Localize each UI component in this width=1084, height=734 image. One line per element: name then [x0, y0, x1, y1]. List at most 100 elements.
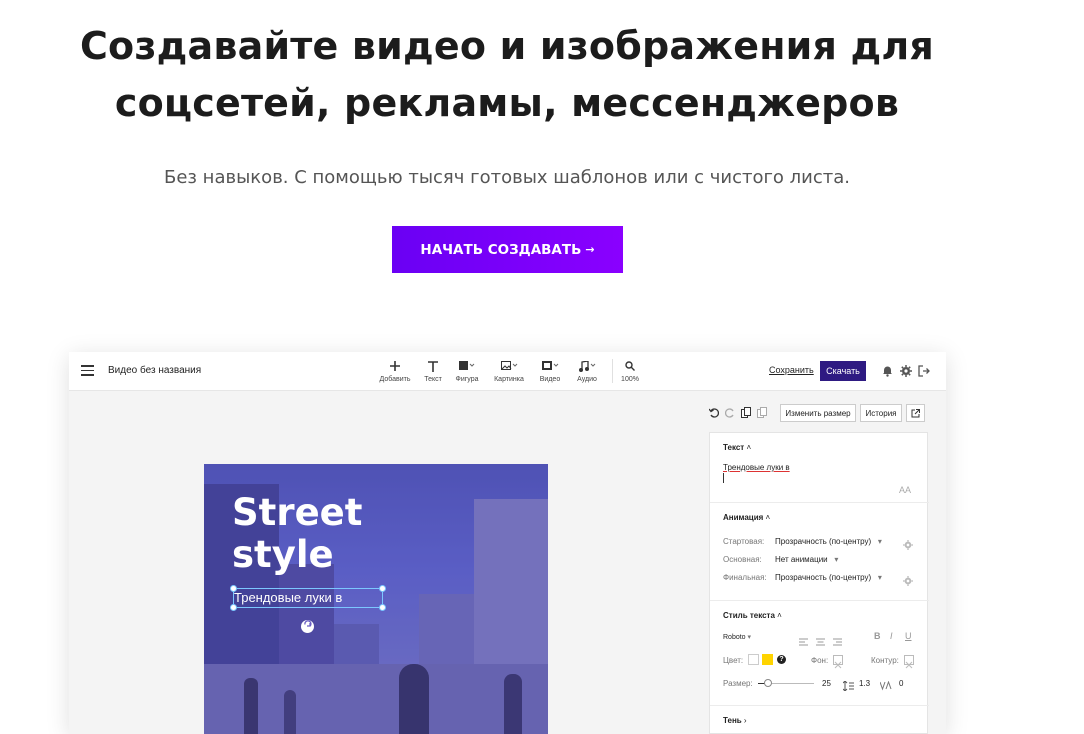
- zoom-value: 100%: [621, 376, 639, 383]
- copy-icon[interactable]: [741, 405, 753, 418]
- select-value: Прозрачность (по-центру): [775, 573, 872, 582]
- outline-none-swatch[interactable]: [904, 655, 914, 669]
- text-style-section: Стиль текста ˄ Roboto ▾ B I U Цвет: ? Фо…: [710, 601, 929, 706]
- resize-handle[interactable]: [379, 604, 386, 611]
- size-label: Размер:: [723, 679, 753, 688]
- menu-icon[interactable]: [81, 365, 94, 376]
- chevron-right-icon: ›: [743, 716, 747, 725]
- design-canvas[interactable]: Street style Трендовые луки в: [204, 464, 548, 734]
- letter-spacing-icon: [879, 678, 893, 696]
- text-input[interactable]: Трендовые луки в: [723, 463, 790, 472]
- logout-icon[interactable]: [918, 364, 930, 377]
- align-right-icon[interactable]: [833, 633, 842, 651]
- shadow-section: Тень ›: [710, 706, 929, 734]
- align-left-icon[interactable]: [799, 633, 808, 651]
- image-icon: [487, 358, 531, 374]
- gear-icon[interactable]: [900, 364, 912, 377]
- line-height-value[interactable]: 1.3: [859, 679, 870, 688]
- anim-main-select[interactable]: Нет анимации ▾: [775, 555, 838, 564]
- select-value: Roboto: [723, 634, 746, 641]
- duplicate-icon[interactable]: [757, 405, 769, 418]
- font-select[interactable]: Roboto ▾: [723, 633, 751, 641]
- color-label: Цвет:: [723, 656, 744, 665]
- tool-label: Видео: [539, 376, 561, 383]
- history-button[interactable]: История: [860, 404, 902, 422]
- chevron-up-icon: ˄: [777, 611, 782, 620]
- chevron-up-icon: ˄: [765, 513, 771, 522]
- color-swatch-white[interactable]: [748, 654, 759, 665]
- download-button[interactable]: Скачать: [820, 361, 866, 381]
- tool-label: Фигура: [455, 376, 479, 383]
- chevron-down-icon: ▾: [747, 634, 752, 641]
- rotate-icon[interactable]: [301, 620, 314, 633]
- redo-icon[interactable]: [724, 405, 737, 418]
- bell-icon[interactable]: [882, 364, 894, 377]
- text-cursor: [723, 473, 724, 483]
- tool-label: Картинка: [494, 376, 524, 383]
- animation-section-header[interactable]: Анимация ˄: [723, 513, 770, 522]
- tool-audio[interactable]: Аудио: [565, 358, 609, 383]
- section-title: Стиль текста: [723, 611, 775, 620]
- selected-text-layer[interactable]: Трендовые луки в: [234, 590, 342, 605]
- underline-button[interactable]: U: [905, 631, 912, 641]
- editor-preview: Видео без названия Добавить Текст Фигура…: [69, 352, 946, 734]
- section-title: Анимация: [723, 513, 764, 522]
- color-swatch-yellow[interactable]: [762, 654, 773, 665]
- chevron-down-icon: ▾: [829, 555, 839, 564]
- anim-main-label: Основная:: [723, 555, 762, 564]
- background-label: Фон:: [811, 656, 829, 665]
- resize-handle[interactable]: [379, 585, 386, 592]
- tool-label: Текст: [424, 376, 442, 383]
- section-title: Тень: [723, 716, 742, 725]
- editor-topbar: Видео без названия Добавить Текст Фигура…: [69, 352, 946, 391]
- shape-icon: [445, 358, 489, 374]
- tool-shape[interactable]: Фигура: [445, 358, 489, 383]
- resize-handle[interactable]: [230, 604, 237, 611]
- arrow-right-icon: →: [585, 243, 595, 256]
- case-toggle-icon[interactable]: AA: [899, 485, 911, 495]
- external-link-icon[interactable]: [906, 404, 925, 422]
- gear-icon[interactable]: [903, 573, 913, 586]
- undo-icon[interactable]: [708, 405, 721, 418]
- line-height-icon: [842, 678, 854, 696]
- tool-zoom[interactable]: 100%: [608, 358, 652, 383]
- anim-start-label: Стартовая:: [723, 537, 765, 546]
- cta-label: НАЧАТЬ СОЗДАВАТЬ: [420, 241, 582, 258]
- outline-label: Контур:: [871, 656, 899, 665]
- document-name[interactable]: Видео без названия: [108, 365, 201, 376]
- shadow-section-header[interactable]: Тень ›: [723, 716, 747, 725]
- select-value: Нет анимации: [775, 555, 828, 564]
- italic-button[interactable]: I: [890, 631, 893, 641]
- chevron-down-icon: ▾: [873, 537, 882, 546]
- start-creating-button[interactable]: НАЧАТЬ СОЗДАВАТЬ →: [392, 226, 623, 273]
- size-slider-thumb[interactable]: [764, 679, 772, 687]
- save-button[interactable]: Сохранить: [769, 365, 814, 375]
- resize-button[interactable]: Изменить размер: [780, 404, 856, 422]
- chevron-down-icon: ▾: [873, 573, 882, 582]
- letter-spacing-value[interactable]: 0: [899, 679, 903, 688]
- hero-title: Создавайте видео и изображения для соцсе…: [79, 24, 935, 125]
- zoom-icon: [608, 358, 652, 374]
- hero-subtitle: Без навыков. С помощью тысяч готовых шаб…: [163, 167, 851, 188]
- chevron-up-icon: ˄: [746, 443, 752, 452]
- align-center-icon[interactable]: [816, 633, 825, 651]
- canvas-title[interactable]: Street style: [232, 492, 382, 576]
- section-title: Текст: [723, 443, 745, 452]
- animation-section: Анимация ˄ Стартовая: Прозрачность (по-ц…: [710, 503, 929, 601]
- select-value: Прозрачность (по-центру): [775, 537, 872, 546]
- properties-panel: Текст ˄ Трендовые луки в AA Анимация ˄ С…: [709, 432, 929, 734]
- music-icon: [565, 358, 609, 374]
- background-none-swatch[interactable]: [833, 655, 843, 669]
- anim-final-label: Финальная:: [723, 573, 767, 582]
- bold-button[interactable]: B: [874, 631, 881, 641]
- help-icon[interactable]: ?: [777, 655, 786, 664]
- text-section: Текст ˄ Трендовые луки в AA: [710, 433, 929, 503]
- anim-start-select[interactable]: Прозрачность (по-центру) ▾: [775, 537, 882, 546]
- anim-final-select[interactable]: Прозрачность (по-центру) ▾: [775, 573, 882, 582]
- text-section-header[interactable]: Текст ˄: [723, 443, 751, 452]
- tool-label: Аудио: [577, 376, 597, 383]
- tool-image[interactable]: Картинка: [487, 358, 531, 383]
- text-style-section-header[interactable]: Стиль текста ˄: [723, 611, 782, 620]
- gear-icon[interactable]: [903, 537, 913, 550]
- size-value[interactable]: 25: [822, 679, 831, 688]
